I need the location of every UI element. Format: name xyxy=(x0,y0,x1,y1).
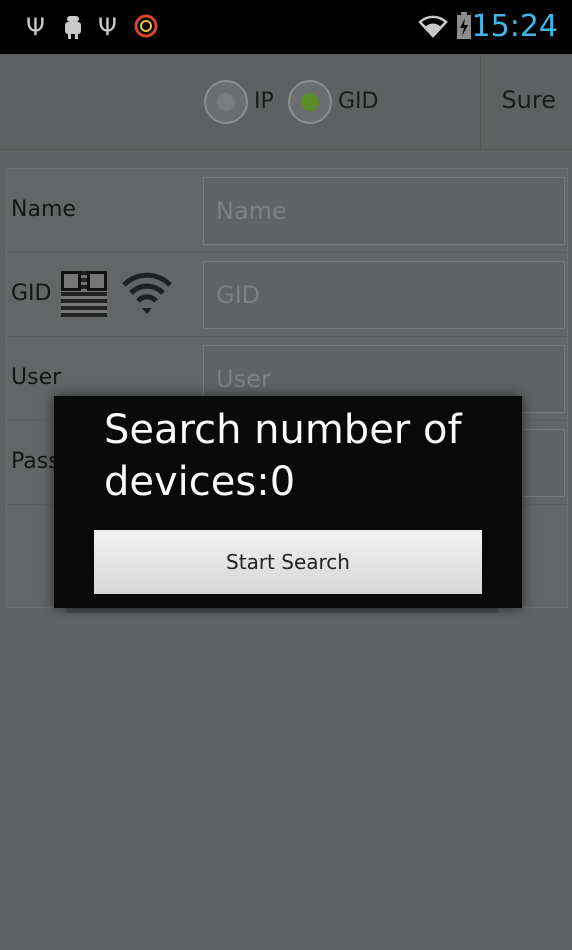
wifi-icon xyxy=(418,12,448,43)
qr-code-icon[interactable] xyxy=(61,271,107,317)
name-input[interactable] xyxy=(204,178,564,244)
battery-charging-icon xyxy=(456,12,472,45)
gid-label: GID xyxy=(11,281,52,306)
gid-row: GID xyxy=(7,253,569,337)
usb-icon: Ψ xyxy=(98,13,117,41)
ip-radio-label: IP xyxy=(254,89,274,114)
status-time: 15:24 xyxy=(471,9,558,44)
search-count-message: Search number of devices:0 xyxy=(104,407,462,505)
gid-radio[interactable] xyxy=(288,80,332,124)
usb-icon: Ψ xyxy=(26,13,45,41)
wifi-search-icon[interactable] xyxy=(121,269,173,317)
sure-button[interactable]: Sure xyxy=(480,54,572,150)
android-debug-icon xyxy=(62,14,84,45)
gid-field-box xyxy=(203,261,565,329)
name-field-box xyxy=(203,177,565,245)
sure-button-label: Sure xyxy=(501,86,556,114)
name-label: Name xyxy=(11,197,76,222)
radio-dot xyxy=(217,93,235,111)
gid-radio-label: GID xyxy=(338,89,379,114)
status-bar: Ψ Ψ 15:24 xyxy=(0,0,572,54)
radio-dot xyxy=(301,93,319,111)
name-row: Name xyxy=(7,169,569,253)
app-notification-icon xyxy=(134,14,158,43)
mode-toolbar: IP GID Sure xyxy=(0,54,572,150)
search-dialog: Search number of devices:0 Start Search xyxy=(54,396,522,608)
user-label: User xyxy=(11,365,62,390)
gid-input[interactable] xyxy=(204,262,564,328)
start-search-button[interactable]: Start Search xyxy=(94,530,482,594)
ip-radio[interactable] xyxy=(204,80,248,124)
